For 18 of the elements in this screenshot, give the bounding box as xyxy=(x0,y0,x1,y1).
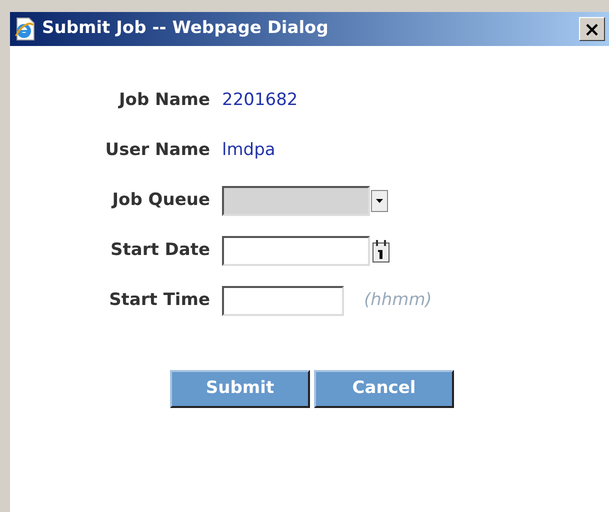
field-label: Start Date xyxy=(109,239,211,262)
field-value: lmdpa xyxy=(222,139,276,162)
field-value: 2201682 xyxy=(222,89,298,112)
format-hint: (hhmm) xyxy=(364,289,432,312)
field-label: Job Queue xyxy=(110,189,211,212)
time-field[interactable] xyxy=(222,286,344,316)
field-label: Job Name xyxy=(117,89,211,112)
field-label: Start Time xyxy=(108,289,211,312)
calendar-icon[interactable] xyxy=(372,239,390,263)
window-title: Submit Job -- Webpage Dialog xyxy=(42,17,328,40)
browser-icon xyxy=(14,17,36,41)
action-button[interactable]: Cancel xyxy=(314,370,454,408)
close-button[interactable]: × xyxy=(579,17,605,41)
caret-icon xyxy=(376,199,383,203)
dropdown-button[interactable] xyxy=(371,190,388,212)
action-button[interactable]: Submit xyxy=(170,370,310,408)
field-label: User Name xyxy=(104,139,211,162)
date-field[interactable] xyxy=(222,236,370,266)
